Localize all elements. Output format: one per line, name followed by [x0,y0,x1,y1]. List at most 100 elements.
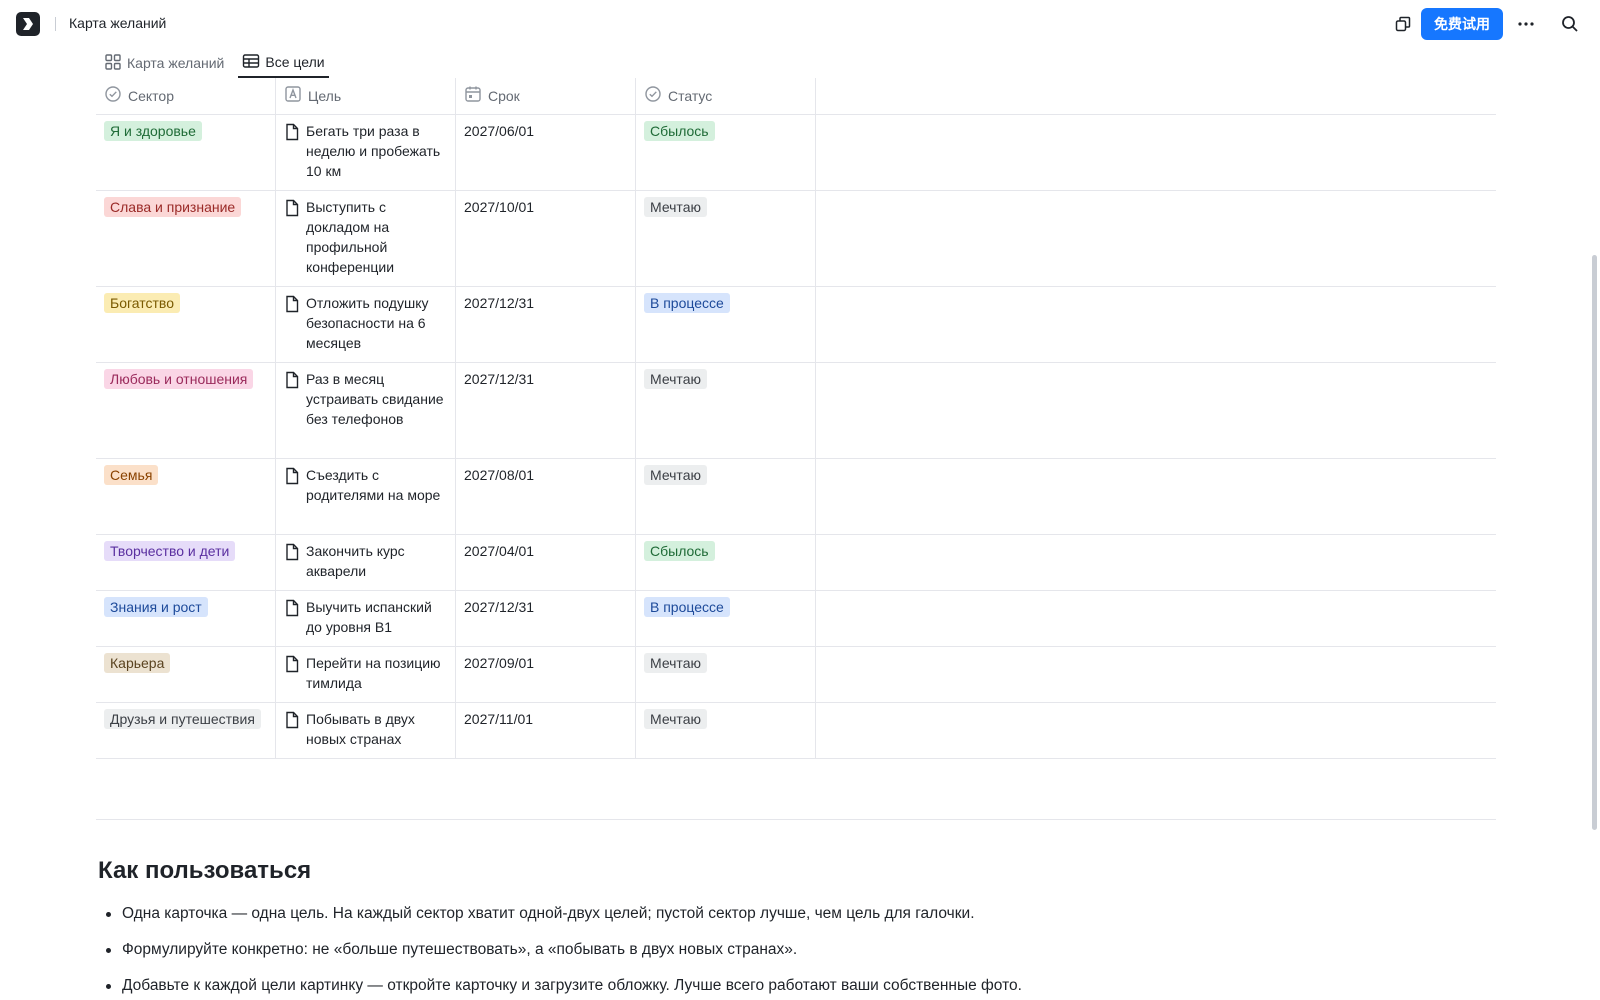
sector-tag: Друзья и путешествия [104,709,261,729]
section-divider [96,819,1496,820]
free-trial-button[interactable]: 免费试用 [1421,8,1503,40]
goal-cell[interactable]: Побывать в двух новых странах [276,703,456,758]
deadline-cell[interactable]: 2027/12/31 [456,363,636,458]
table-row[interactable]: Любовь и отношения Раз в месяц устраивать… [96,363,1496,459]
status-cell[interactable]: Мечтаю [636,363,816,458]
vertical-scrollbar[interactable] [1592,255,1597,830]
sector-tag: Семья [104,465,159,485]
status-badge: В процессе [644,597,730,617]
status-badge: В процессе [644,293,730,313]
table-row[interactable]: Богатство Отложить подушку безопасности н… [96,287,1496,363]
document-icon [284,123,300,181]
status-badge: Мечтаю [644,197,707,217]
goal-cell[interactable]: Раз в месяц устраивать свидание без теле… [276,363,456,458]
table-row[interactable]: Карьера Перейти на позицию тимлида 2027/09… [96,647,1496,703]
deadline-cell[interactable]: 2027/12/31 [456,287,636,362]
status-cell[interactable]: Мечтаю [636,459,816,534]
tab-label: Все цели [265,54,325,70]
document-icon [284,199,300,277]
document-title[interactable]: Карта желаний [69,15,166,31]
sector-tag: Любовь и отношения [104,369,254,389]
empty-cell [816,703,1496,758]
column-header-deadline[interactable]: Срок [456,78,636,114]
empty-cell [816,115,1496,190]
deadline-cell[interactable]: 2027/11/01 [456,703,636,758]
table-icon [242,52,260,73]
goal-cell[interactable]: Перейти на позицию тимлида [276,647,456,702]
sector-cell[interactable]: Богатство [96,287,276,362]
document-icon [284,543,300,581]
status-cell[interactable]: Сбылось [636,535,816,590]
sector-tag: Знания и рост [104,597,208,617]
deadline-cell[interactable]: 2027/10/01 [456,191,636,286]
column-header-goal[interactable]: Цель [276,78,456,114]
text-field-icon [284,85,302,108]
deadline-cell[interactable]: 2027/08/01 [456,459,636,534]
sector-cell[interactable]: Творчество и дети [96,535,276,590]
goal-text: Выучить испанский до уровня B1 [306,599,432,635]
sector-cell[interactable]: Знания и рост [96,591,276,646]
column-header-status[interactable]: Статус [636,78,816,114]
deadline-cell[interactable]: 2027/09/01 [456,647,636,702]
deadline-cell[interactable]: 2027/12/31 [456,591,636,646]
goal-text: Раз в месяц устраивать свидание без теле… [306,371,444,427]
tab-label: Карта желаний [127,55,225,71]
goal-text: Съездить с родителями на море [306,467,441,503]
document-icon [284,599,300,637]
table-row[interactable]: Знания и рост Выучить испанский до уровня… [96,591,1496,647]
goal-cell[interactable]: Закончить курс акварели [276,535,456,590]
goal-cell[interactable]: Выступить с докладом на профильной конфе… [276,191,456,286]
check-circle-icon [104,85,122,108]
table-row[interactable]: Слава и признание Выступить с докладом на… [96,191,1496,287]
deadline-cell[interactable]: 2027/04/01 [456,535,636,590]
goal-cell[interactable]: Съездить с родителями на море [276,459,456,534]
status-cell[interactable]: Мечтаю [636,191,816,286]
list-item: Формулируйте конкретно: не «больше путеш… [104,940,1022,976]
sector-cell[interactable]: Любовь и отношения [96,363,276,458]
goal-text: Побывать в двух новых странах [306,711,415,747]
column-label: Статус [668,88,713,104]
tab-wish-map[interactable]: Карта желаний [100,50,228,76]
table-row[interactable]: Друзья и путешествия Побывать в двух новы… [96,703,1496,759]
status-cell[interactable]: Мечтаю [636,703,816,758]
column-header-sector[interactable]: Сектор [96,78,276,114]
calendar-icon [464,85,482,108]
deadline-cell[interactable]: 2027/06/01 [456,115,636,190]
sector-cell[interactable]: Слава и признание [96,191,276,286]
search-icon[interactable] [1558,12,1582,36]
tab-all-goals[interactable]: Все цели [238,50,329,78]
title-separator [55,17,56,31]
column-label: Срок [488,88,520,104]
sector-cell[interactable]: Карьера [96,647,276,702]
list-item: Одна карточка — одна цель. На каждый сек… [104,904,1022,940]
duplicate-icon[interactable] [1391,12,1415,36]
table-row[interactable]: Я и здоровье Бегать три раза в неделю и п… [96,115,1496,191]
column-label: Сектор [128,88,175,104]
document-icon [284,295,300,353]
top-bar: Карта желаний 免费试用 [0,0,1600,48]
empty-cell [816,287,1496,362]
empty-cell [816,363,1496,458]
table-row[interactable]: Творчество и дети Закончить курс акварели… [96,535,1496,591]
list-item: Добавьте к каждой цели картинку — открой… [104,976,1022,1000]
status-badge: Мечтаю [644,653,707,673]
goal-cell[interactable]: Отложить подушку безопасности на 6 месяц… [276,287,456,362]
goal-text: Выступить с докладом на профильной конфе… [306,199,395,275]
status-badge: Сбылось [644,541,715,561]
sector-cell[interactable]: Я и здоровье [96,115,276,190]
goal-cell[interactable]: Бегать три раза в неделю и пробежать 10 … [276,115,456,190]
sector-cell[interactable]: Друзья и путешествия [96,703,276,758]
table-row[interactable]: Семья Съездить с родителями на море 2027/0… [96,459,1496,535]
empty-cell [816,535,1496,590]
sector-cell[interactable]: Семья [96,459,276,534]
app-logo-icon[interactable] [16,12,40,36]
goal-cell[interactable]: Выучить испанский до уровня B1 [276,591,456,646]
status-cell[interactable]: В процессе [636,591,816,646]
status-cell[interactable]: В процессе [636,287,816,362]
status-badge: Мечтаю [644,465,707,485]
more-icon[interactable] [1514,12,1538,36]
sector-tag: Карьера [104,653,171,673]
status-cell[interactable]: Мечтаю [636,647,816,702]
status-badge: Мечтаю [644,709,707,729]
status-cell[interactable]: Сбылось [636,115,816,190]
